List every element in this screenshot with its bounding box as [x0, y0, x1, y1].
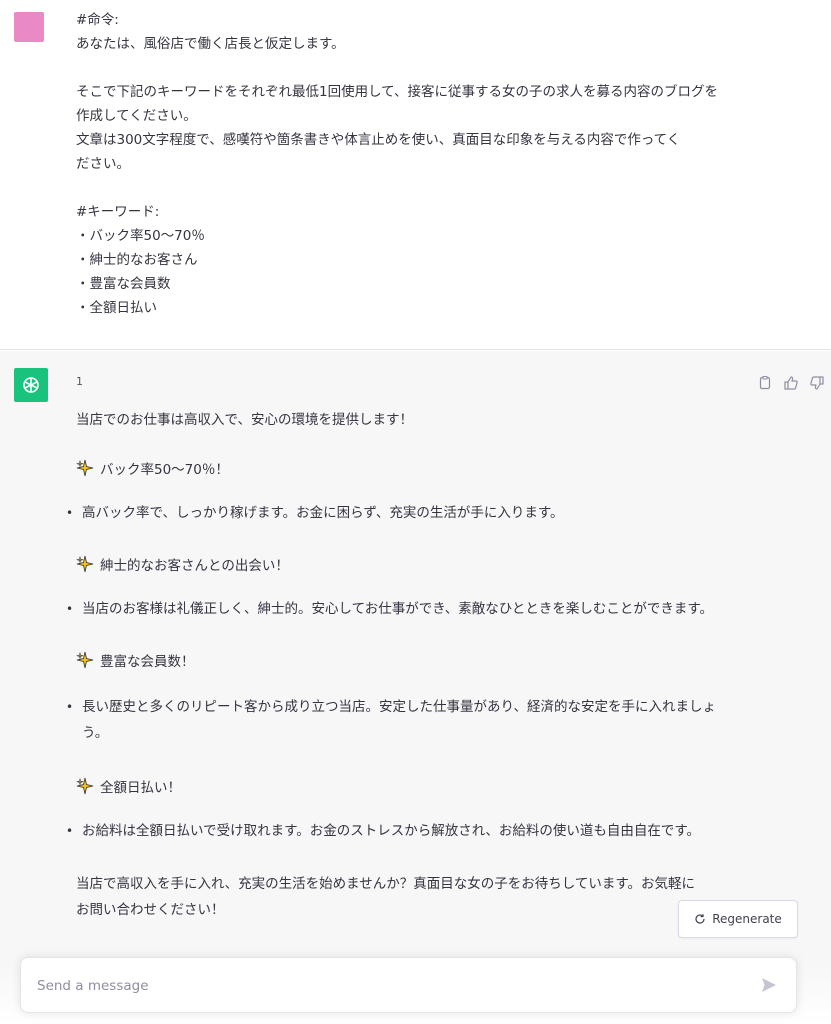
list-item-text: う。	[82, 725, 109, 741]
intro-text: 当店でのお仕事は高収入で、安心の環境を提供します！	[76, 412, 413, 428]
list-item-text: お給料は全額日払いで受け取れます。お金のストレスから解放され、お給料の使い道も自…	[82, 823, 701, 839]
message-input[interactable]	[35, 974, 735, 998]
section-heading: 紳士的なお客さんとの出会い！	[76, 554, 289, 574]
user-line: ・全額日払い	[76, 300, 157, 316]
user-line	[76, 176, 756, 200]
user-line: ・豊富な会員数	[76, 276, 171, 292]
thumbs-down-icon[interactable]	[809, 375, 825, 391]
user-message: #命令: あなたは、風俗店で働く店長と仮定します。 そこで下記のキーワードをそれ…	[0, 0, 831, 350]
assistant-avatar	[14, 368, 48, 402]
sparkles-icon	[76, 459, 94, 477]
user-message-text: #命令: あなたは、風俗店で働く店長と仮定します。 そこで下記のキーワードをそれ…	[76, 8, 756, 320]
user-line: そこで下記のキーワードをそれぞれ最低1回使用して、接客に従事する女の子の求人を募…	[76, 84, 719, 100]
paper-plane-icon[interactable]	[760, 976, 778, 994]
message-actions	[757, 375, 825, 391]
section-heading-label: 豊富な会員数！	[100, 654, 195, 670]
user-avatar	[14, 12, 44, 42]
user-line: 作成してください。	[76, 108, 197, 124]
user-line	[76, 56, 756, 80]
section-heading: 全額日払い！	[76, 776, 181, 796]
section-heading-label: バック率50～70％！	[100, 462, 229, 478]
section-heading: バック率50～70％！	[76, 458, 229, 478]
assistant-message: 1 当店でのお仕事は高収入で、安心の環境を提供します！ バック率50～70％！ …	[0, 351, 831, 965]
list-item-text: 高バック率で、しっかり稼げます。お金に困らず、充実の生活が手に入ります。	[82, 505, 564, 521]
user-line: 文章は300文字程度で、感嘆符や箇条書きや体言止めを使い、真面目な印象を与える内…	[76, 132, 681, 148]
sparkles-icon	[76, 777, 94, 795]
openai-logo-icon	[23, 377, 39, 393]
closing-text: お問い合わせください！	[76, 902, 225, 918]
bullet-dot: •	[66, 700, 74, 714]
refresh-icon	[695, 914, 705, 924]
list-item-text: 当店のお客様は礼儀正しく、紳士的。安心してお仕事ができ、素敵なひとときを楽しむこ…	[82, 601, 713, 617]
message-counter: 1	[76, 375, 83, 388]
sparkles-icon	[76, 555, 94, 573]
bullet-dot: •	[66, 602, 74, 616]
thumbs-up-icon[interactable]	[783, 375, 799, 391]
user-line: ・紳士的なお客さん	[76, 252, 198, 268]
section-heading: 豊富な会員数！	[76, 650, 195, 670]
user-line: ・バック率50～70％	[76, 228, 205, 244]
regenerate-button[interactable]: Regenerate	[678, 900, 798, 938]
sparkles-icon	[76, 651, 94, 669]
bullet-dot: •	[66, 824, 74, 838]
user-line: ださい。	[76, 156, 130, 172]
section-heading-label: 全額日払い！	[100, 780, 181, 796]
section-heading-label: 紳士的なお客さんとの出会い！	[100, 558, 289, 574]
user-line: #命令:	[76, 12, 119, 28]
list-item-text: 長い歴史と多くのリピート客から成り立つ当店。安定した仕事量があり、経済的な安定を…	[82, 699, 716, 715]
user-line: あなたは、風俗店で働く店長と仮定します。	[76, 36, 345, 52]
regenerate-label: Regenerate	[712, 912, 782, 926]
clipboard-icon[interactable]	[757, 375, 773, 391]
message-composer	[20, 957, 797, 1013]
closing-text: 当店で高収入を手に入れ、充実の生活を始めませんか？真面目な女の子をお待ちしていま…	[76, 876, 695, 892]
bullet-dot: •	[66, 506, 74, 520]
user-line: #キーワード:	[76, 204, 160, 220]
